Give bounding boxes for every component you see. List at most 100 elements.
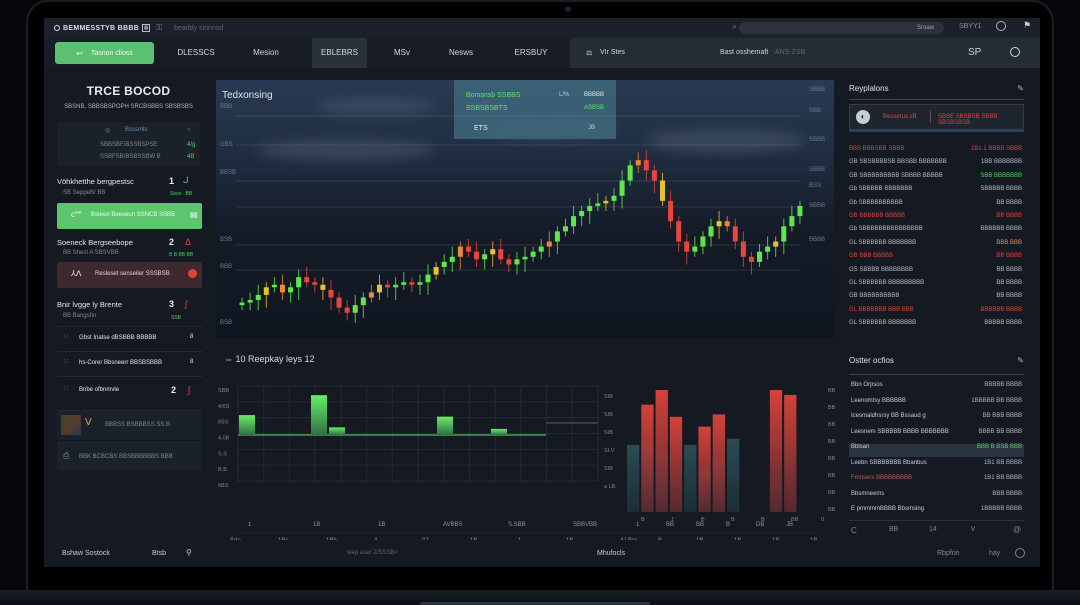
y-axis-label: SIB xyxy=(604,394,613,400)
user-icon[interactable]: ⚑ xyxy=(1023,20,1031,31)
order-row[interactable]: E pmmmmBBBB Bbsmsing 1BBBBB BBBB xyxy=(849,506,1024,519)
nav-right-label[interactable]: VIr Stes xyxy=(600,49,625,56)
mic-icon[interactable]: ⚲ xyxy=(186,548,192,557)
watchlist-row[interactable]: GB BBB BBBBB BB BBBB xyxy=(849,253,1024,266)
lock-icon[interactable]: ⚿ xyxy=(156,23,162,33)
watchlist-row[interactable]: Gb SBBBBBBBBBBBBBBB BBBBBB BBBB xyxy=(849,226,1024,239)
price-chart[interactable]: Tedxonsing Bomsnsb SSBBS L/% BBBBB SSBSB… xyxy=(216,80,834,338)
x-axis-label: B xyxy=(726,522,730,528)
order-row[interactable]: Fmnsers BBBBBBBBB 1B1 BB BBBB xyxy=(849,475,1024,488)
prev-icon[interactable]: C xyxy=(851,526,857,535)
order-row-label: Leebn SBBBBBBB Bbanbus xyxy=(851,459,927,466)
settings-icon[interactable]: @ xyxy=(1013,525,1021,534)
candle-body xyxy=(797,205,803,217)
candle-body xyxy=(619,180,625,196)
candle-body xyxy=(263,287,269,295)
footer-right-label[interactable]: Rbpfon xyxy=(937,550,960,557)
list-row[interactable]: ⎙ BBK BCBCBS BBSBBBBBBS BBB xyxy=(57,442,202,470)
refresh-icon[interactable]: ○ xyxy=(187,127,191,133)
stack-bar-upper xyxy=(712,414,725,512)
tab-2[interactable]: EBLEBRS xyxy=(312,38,367,68)
footer-right-value[interactable]: hay xyxy=(989,550,1000,557)
tab-5[interactable]: ERSBUY xyxy=(506,38,556,68)
watchlist-row-value: BB BBBB xyxy=(996,199,1022,206)
chevron-down-icon[interactable]: v xyxy=(971,524,975,533)
y-axis-label: SBBB xyxy=(809,87,825,93)
green-alert[interactable]: cᕯ Bsteen Beeseun SSNCB SSBB ▤ xyxy=(57,203,202,229)
candle-body xyxy=(425,274,431,283)
up-arrow-icon: ᒍ xyxy=(183,175,189,185)
list-row[interactable]: ⁙ Bnbe ofbnmvle 2 ʃ xyxy=(57,376,202,408)
x-axis-label: 1B xyxy=(378,522,385,528)
candle-body xyxy=(611,195,617,201)
camera-dot xyxy=(565,6,571,12)
grid-icon: ⁙ xyxy=(63,386,69,393)
circle-icon[interactable] xyxy=(1010,47,1020,57)
watchlist-row[interactable]: Gb SBBBBBBBBBB BB BBBB xyxy=(849,200,1024,213)
watchlist-row-label: GL SBBBBBB BBBBBBB xyxy=(849,239,917,246)
x-axis-label: JB xyxy=(786,522,793,528)
candle-body xyxy=(441,261,447,267)
order-row[interactable]: Bbisan BBB B BSB BBB xyxy=(849,444,1024,457)
panel-subtitle: SBSNB, SBBSBSPOPH SRCBSBBS SBSBSBS xyxy=(64,104,193,110)
order-row-value: 1B1 BB BBBB xyxy=(983,475,1022,481)
list-row[interactable]: V BBBSS BSBBBSS SS B xyxy=(57,410,202,440)
watchlist-row[interactable]: GB SBSBBBBSB BBSBB BBBBBBB 1BB BBBBBBB xyxy=(849,159,1024,172)
watchlist-row[interactable]: GL SBBBBBB BBBBBBBBB BB BBBB xyxy=(849,280,1024,293)
y-axis-label: BSS xyxy=(809,183,821,189)
edit-icon[interactable]: ✎ xyxy=(1017,356,1024,365)
x-axis-label: 1 xyxy=(636,522,640,528)
search-icon[interactable]: ⌕ xyxy=(732,21,737,32)
watchlist-row[interactable]: GL SBBBBBB BBBBBBB BBB.BBB xyxy=(849,240,1024,253)
watchlist-row-label: GL SBBBBBB BBBBBBBBB xyxy=(849,280,925,286)
stack-bar-upper xyxy=(784,394,797,512)
order-row[interactable]: Leesnem SBBBBB BBBB BBBBBBB BBBB BB BBBB xyxy=(849,429,1024,442)
watchlist-row[interactable]: Gb SBBBBB BBBBBBB SBBBBB BBBB xyxy=(849,186,1024,199)
watchlist-row-label: GB BBB BBBBB xyxy=(849,253,894,260)
tab-4[interactable]: Nesws xyxy=(438,38,484,68)
watchlist-row[interactable]: GS SBBBB BBBBBBBB BB BBBB xyxy=(849,267,1024,280)
watchlist-row-value: BB BBBB xyxy=(996,266,1022,273)
page-number[interactable]: 14 xyxy=(929,526,937,533)
trade-button[interactable]: ↩ Tasnon clioss xyxy=(55,42,154,64)
tab-1[interactable]: Mesion xyxy=(236,38,296,68)
volume-chart-title: ⇔ 10 Reepkay leys 12 xyxy=(224,354,315,364)
order-row[interactable]: Leebn SBBBBBBB Bbanbus 1B1 BB BBBB xyxy=(849,460,1024,473)
y-axis-label: BSB xyxy=(220,237,232,243)
list-row[interactable]: ⁙ Gbst Inatse dBSBBB BBBBB 8 xyxy=(57,326,202,351)
candle-body xyxy=(352,305,358,313)
candle-body xyxy=(271,284,277,288)
globe-icon[interactable] xyxy=(996,21,1006,31)
candle-body xyxy=(748,256,754,262)
order-row-label: Icesmaldhsrsy BB Bssaud g xyxy=(851,413,926,419)
candle-body xyxy=(409,282,415,285)
list-row[interactable]: ⁙ hs-Corer Bbsneerr BBSBSBBB 8 xyxy=(57,351,202,376)
search-input[interactable]: Sroaw xyxy=(739,22,944,34)
help-icon[interactable] xyxy=(1015,548,1025,558)
order-row[interactable]: Icesmaldhsrsy BB Bssaud g BB BBB BBBB xyxy=(849,413,1024,426)
user-name[interactable]: SBYY1 xyxy=(959,23,982,30)
candle-body xyxy=(288,287,294,293)
watchlist-search[interactable]: ◐ Besserus.sB SBSE SBSBSB SBBB SBSBSBSB xyxy=(849,104,1024,132)
tab-3[interactable]: MSv xyxy=(384,38,420,68)
watchlist-row[interactable]: GB BBBBBB BBBBB BB BBBB xyxy=(849,213,1024,226)
tab-0[interactable]: DLESSCS xyxy=(166,38,226,68)
red-alert[interactable]: ⅄ᐱ Resleset senseiler SSSBSB xyxy=(57,262,202,288)
candle-body xyxy=(692,246,698,252)
qr-icon[interactable]: ▦ xyxy=(142,24,151,32)
item-number: 2 xyxy=(171,385,177,395)
candle-body xyxy=(239,302,245,306)
edit-icon[interactable]: ✎ xyxy=(1017,84,1024,93)
watchlist-row[interactable]: GB SBBBBBBBBB SBBBB BBBBB SBB BBBBBBB xyxy=(849,173,1024,186)
watchlist-row[interactable]: GB BBBBBBBBBB BB BBBB xyxy=(849,293,1024,306)
watchlist-row[interactable]: GL SBBBBBB BBBBBBB BBBBB BBBB xyxy=(849,320,1024,333)
order-row[interactable]: Bbsmneems BBB BBBB xyxy=(849,491,1024,504)
order-row-value: BBBBB BBBB xyxy=(984,382,1022,388)
order-row[interactable]: Bbn Orpsos BBBBB BBBB xyxy=(849,382,1024,395)
order-row[interactable]: Leenomtsy BBBBBB 1BBBBB BB BBBB xyxy=(849,398,1024,411)
avatar: ◐ xyxy=(856,110,870,124)
summary-header: Bsssmts xyxy=(125,127,148,133)
summary-card: ◎ Bsssmts ○ SBBSBF/BSSBSPSE 4/g SSBFSB/B… xyxy=(57,122,200,166)
watchlist-row[interactable]: BBS BBBSBB SBBB 1B1 1 BBBB SBBB xyxy=(849,146,1024,159)
watchlist-row[interactable]: GL BBBBBBB BBB BBB BBBBBB BBBB xyxy=(849,307,1024,320)
